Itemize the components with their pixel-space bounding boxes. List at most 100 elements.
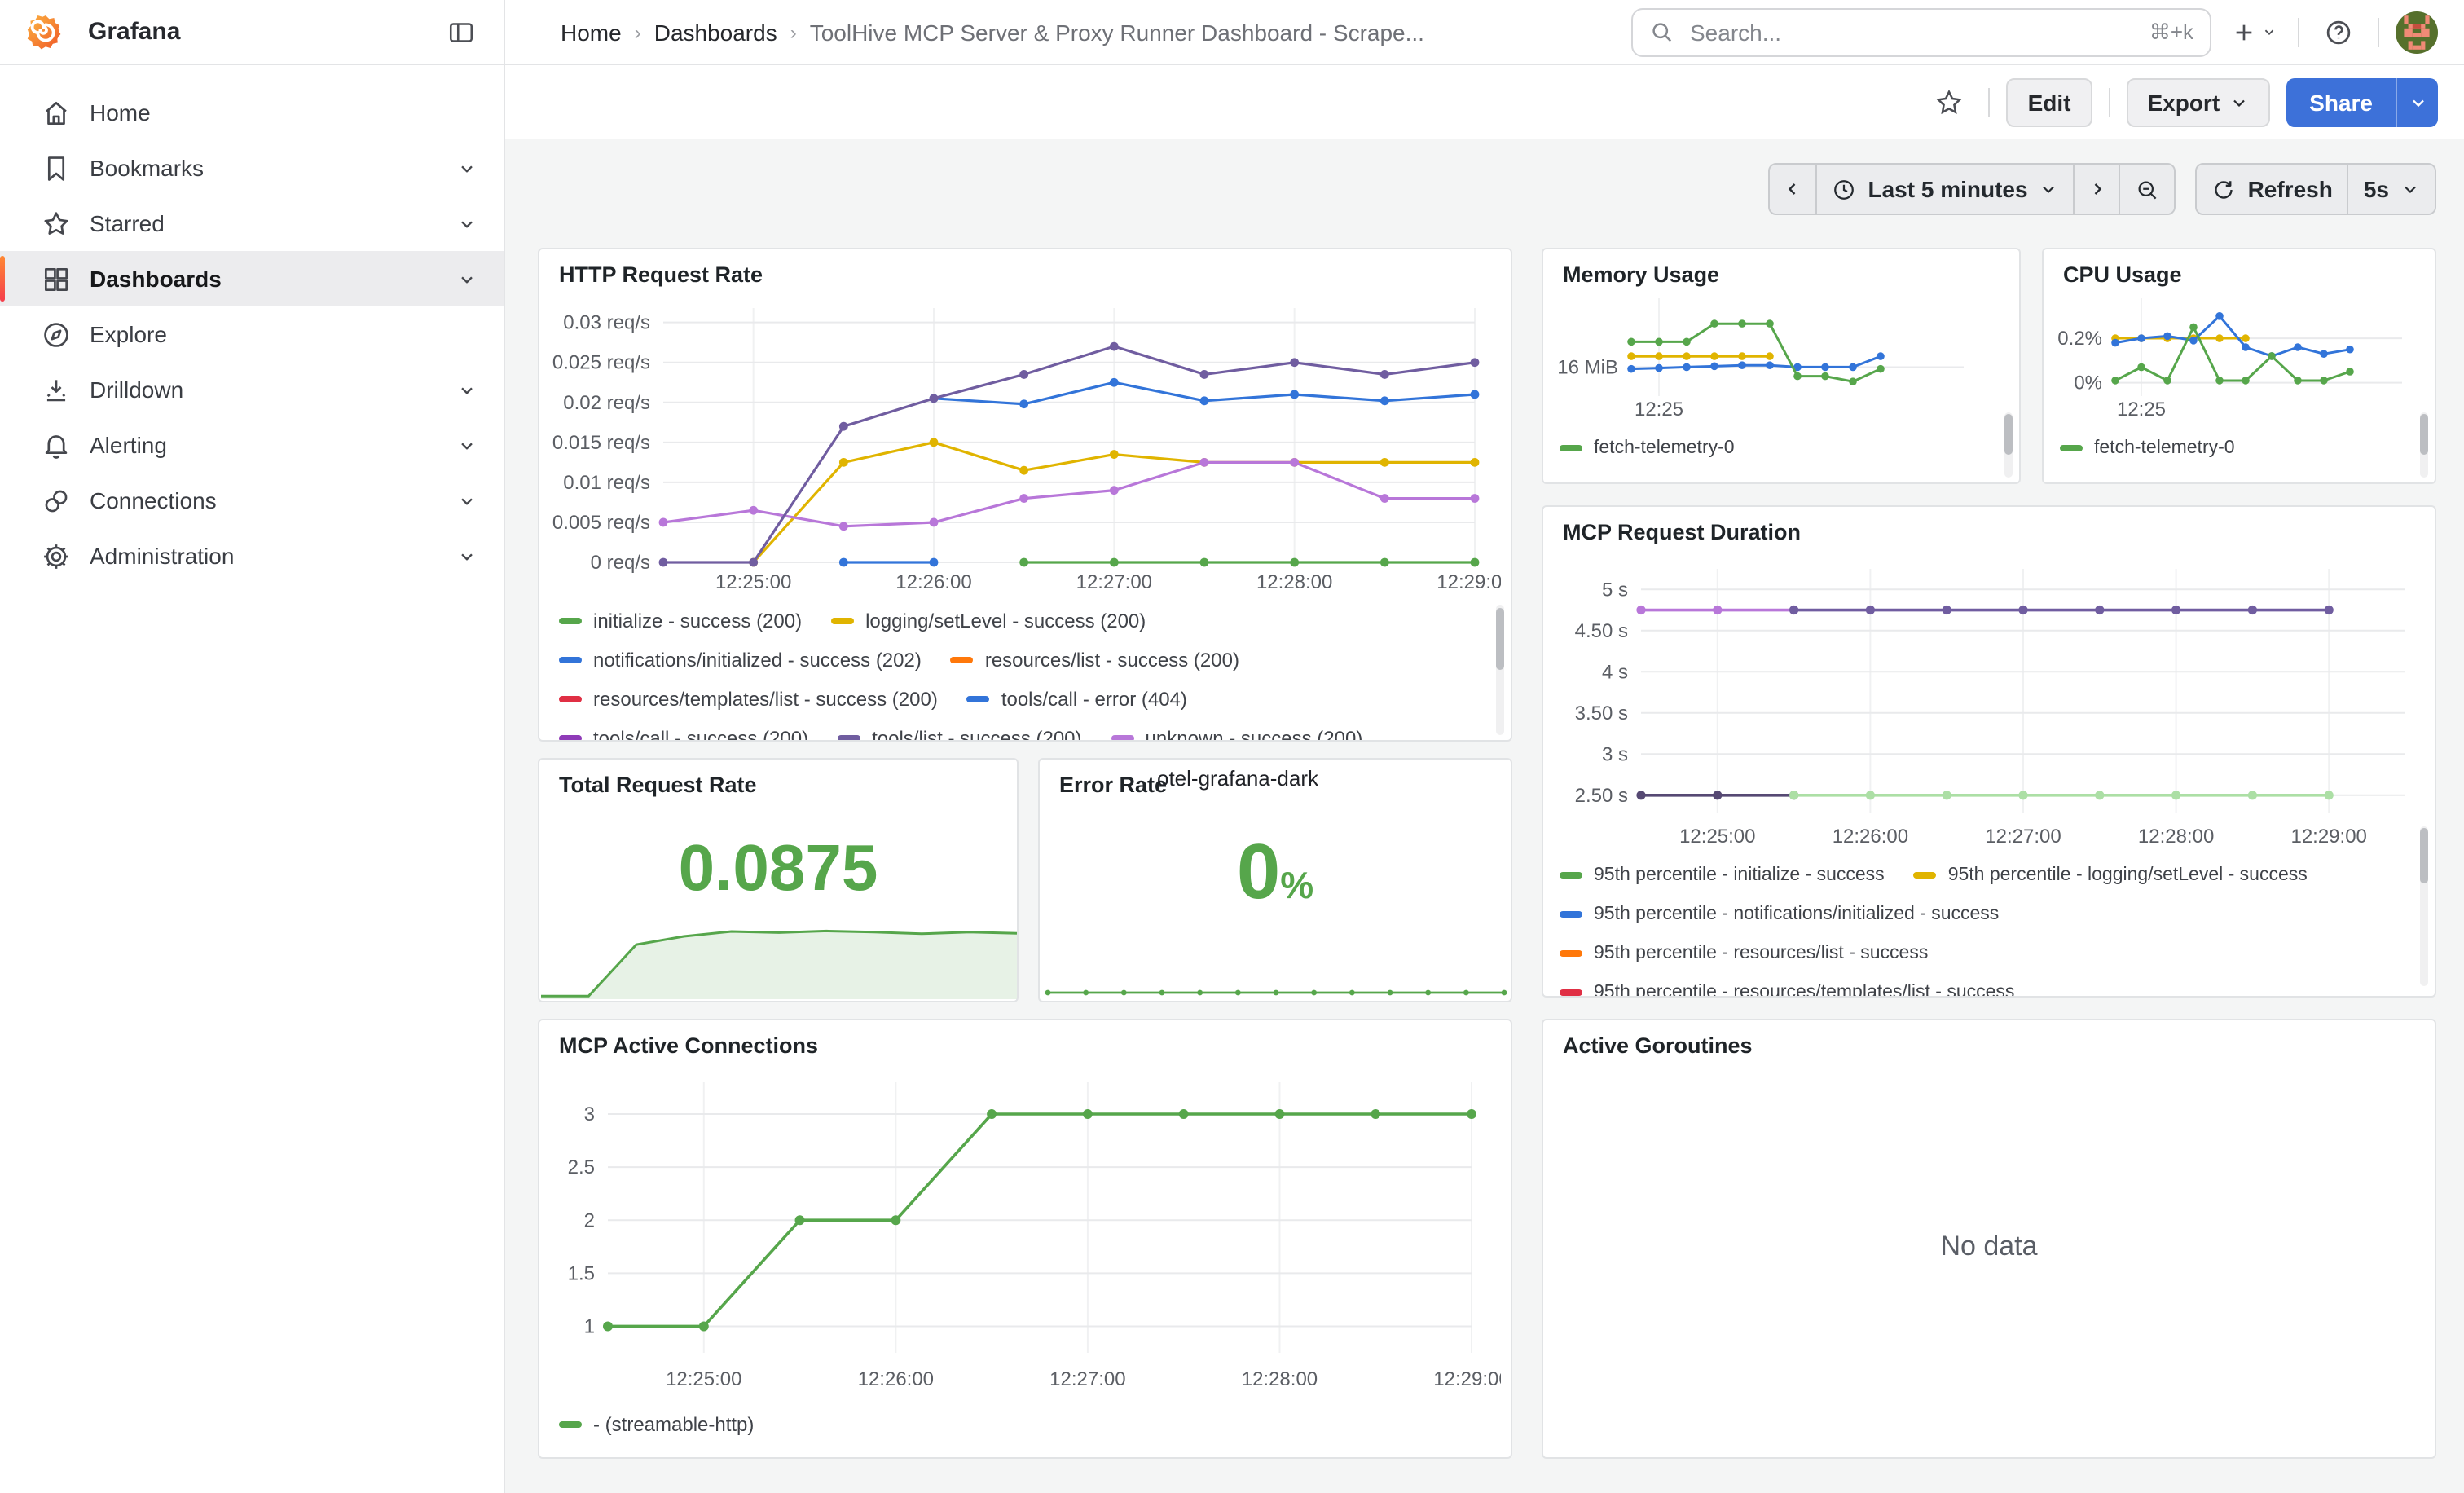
legend-scrollbar-thumb[interactable]: [2420, 414, 2428, 455]
share-button[interactable]: Share: [2286, 77, 2396, 126]
panel-title[interactable]: MCP Request Duration: [1563, 520, 1801, 544]
panel-title[interactable]: Error Rate: [1059, 773, 1167, 797]
sidebar-item-label: Dashboards: [90, 266, 222, 292]
time-back-button[interactable]: [1771, 165, 1816, 214]
mcp-request-duration-chart[interactable]: 2.50 s3 s3.50 s4 s4.50 s5 s12:25:0012:26…: [1550, 556, 2428, 852]
legend-item[interactable]: initialize - success (200): [559, 610, 802, 632]
cpu-usage-chart[interactable]: 0.2%0%12:25: [2050, 288, 2425, 425]
panel-title[interactable]: Active Goroutines: [1563, 1033, 1753, 1058]
chevron-down-icon: [2400, 179, 2420, 199]
search-box[interactable]: ⌘+k: [1631, 7, 2211, 56]
chevron-right-icon: [2088, 179, 2107, 199]
sidebar-item-starred[interactable]: Starred: [0, 196, 504, 251]
svg-text:12:29:00: 12:29:00: [1437, 571, 1501, 593]
legend-row: initialize - success (200) logging/setLev…: [559, 601, 1475, 641]
svg-text:4.50 s: 4.50 s: [1575, 620, 1628, 642]
svg-text:16 MiB: 16 MiB: [1557, 356, 1618, 378]
chevron-down-icon: [2408, 92, 2427, 112]
export-button[interactable]: Export: [2126, 77, 2270, 126]
chevron-down-icon: [2039, 179, 2059, 199]
http-request-rate-chart[interactable]: 0 req/s0.005 req/s0.01 req/s0.015 req/s0…: [549, 295, 1501, 598]
legend-scrollbar-thumb[interactable]: [2420, 828, 2428, 883]
refresh-icon: [2212, 177, 2237, 201]
legend-item[interactable]: fetch-telemetry-0: [2060, 438, 2235, 458]
keyboard-shortcut-badge: ⌘+k: [2149, 19, 2193, 45]
legend-item[interactable]: notifications/initialized - success (202…: [559, 649, 922, 672]
legend-row: notifications/initialized - success (202…: [559, 641, 1475, 680]
duration-legend: 95th percentile - initialize - success 95…: [1560, 856, 2402, 998]
top-nav: Grafana Home›Dashboards›ToolHive MCP Ser…: [0, 0, 2464, 65]
legend-row: 95th percentile - initialize - success 95…: [1560, 856, 2402, 895]
edit-button[interactable]: Edit: [2007, 77, 2092, 126]
sidebar-item-bookmarks[interactable]: Bookmarks: [0, 140, 504, 196]
legend-item[interactable]: 95th percentile - initialize - success: [1560, 865, 1885, 885]
legend-item[interactable]: 95th percentile - notifications/initiali…: [1560, 905, 1999, 924]
panel-title[interactable]: Total Request Rate: [559, 773, 757, 797]
panel-active-goroutines: Active Goroutines No data: [1542, 1019, 2436, 1459]
panel-title[interactable]: CPU Usage: [2063, 262, 2182, 287]
favorite-star-button[interactable]: [1927, 79, 1973, 125]
grafana-logo-icon[interactable]: [26, 12, 65, 51]
mcp-active-connections-chart[interactable]: 11.522.5312:25:0012:26:0012:27:0012:28:0…: [549, 1069, 1501, 1395]
error-rate-sparkline[interactable]: [1041, 976, 1511, 999]
panel-title[interactable]: MCP Active Connections: [559, 1033, 818, 1058]
dashboard-toolbar: Edit Export Share: [505, 65, 2464, 139]
sidebar-item-home[interactable]: Home: [0, 85, 504, 140]
sidebar-item-connections[interactable]: Connections: [0, 473, 504, 528]
zoom-out-button[interactable]: [2119, 165, 2175, 214]
panel-title[interactable]: Memory Usage: [1563, 262, 1719, 287]
panel-title[interactable]: HTTP Request Rate: [559, 262, 763, 287]
legend-item[interactable]: 95th percentile - logging/setLevel - suc…: [1914, 865, 2308, 885]
breadcrumb: Home›Dashboards›ToolHive MCP Server & Pr…: [561, 19, 1424, 45]
sidebar-toggle-button[interactable]: [438, 9, 484, 55]
add-new-button[interactable]: [2228, 19, 2281, 45]
legend-item[interactable]: - (streamable-http): [559, 1413, 754, 1436]
svg-text:2: 2: [584, 1209, 595, 1231]
legend-scrollbar-thumb[interactable]: [2004, 414, 2013, 455]
breadcrumb-item[interactable]: Dashboards: [654, 19, 777, 45]
legend-item[interactable]: tools/list - success (200): [838, 727, 1081, 740]
top-nav-left: Grafana: [0, 0, 505, 64]
svg-text:12:25:00: 12:25:00: [1679, 826, 1755, 848]
legend-item[interactable]: resources/templates/list - success (200): [559, 688, 938, 711]
refresh-interval-select[interactable]: 5s: [2347, 165, 2435, 214]
breadcrumb-item[interactable]: Home: [561, 19, 622, 45]
svg-text:0.025 req/s: 0.025 req/s: [552, 352, 650, 374]
legend-item[interactable]: 95th percentile - resources/templates/li…: [1560, 983, 2014, 998]
time-forward-button[interactable]: [2074, 165, 2119, 214]
legend-item[interactable]: 95th percentile - resources/list - succe…: [1560, 944, 1928, 963]
legend-item[interactable]: fetch-telemetry-0: [1560, 438, 1735, 458]
legend-item[interactable]: logging/setLevel - success (200): [831, 610, 1146, 632]
sidebar-item-dashboards[interactable]: Dashboards: [0, 251, 504, 306]
legend-series-color-chip: [1111, 735, 1134, 740]
legend-item[interactable]: tools/call - error (404): [967, 688, 1187, 711]
svg-text:12:25: 12:25: [2117, 399, 2166, 421]
sidebar-item-administration[interactable]: Administration: [0, 528, 504, 584]
memory-usage-chart[interactable]: 16 MiB12:25: [1550, 288, 2009, 425]
legend-series-label: tools/list - success (200): [872, 727, 1081, 740]
top-nav-actions: ⌘+k: [1631, 7, 2438, 56]
svg-text:0.005 req/s: 0.005 req/s: [552, 512, 650, 534]
breadcrumb-item[interactable]: ToolHive MCP Server & Proxy Runner Dashb…: [810, 19, 1424, 45]
share-options-button[interactable]: [2396, 77, 2438, 126]
user-avatar[interactable]: [2396, 11, 2438, 53]
cpu-legend: fetch-telemetry-0: [2060, 429, 2264, 474]
sidebar-item-drilldown[interactable]: Drilldown: [0, 362, 504, 417]
help-button[interactable]: [2316, 9, 2361, 55]
sidebar-item-alerting[interactable]: Alerting: [0, 417, 504, 473]
panel-http-request-rate: HTTP Request Rate 0 req/s0.005 req/s0.01…: [538, 248, 1512, 742]
legend-scrollbar-thumb[interactable]: [1496, 608, 1504, 670]
legend-item[interactable]: resources/list - success (200): [951, 649, 1239, 672]
svg-text:12:26:00: 12:26:00: [1833, 826, 1908, 848]
refresh-button[interactable]: Refresh: [2198, 165, 2347, 214]
svg-text:12:29:00: 12:29:00: [1433, 1368, 1501, 1390]
search-input[interactable]: [1687, 17, 2136, 46]
chevron-down-icon: [456, 213, 477, 234]
legend-item[interactable]: tools/call - success (200): [559, 727, 808, 740]
sidebar-item-explore[interactable]: Explore: [0, 306, 504, 362]
bell-icon: [41, 429, 73, 461]
svg-text:12:25:00: 12:25:00: [715, 571, 791, 593]
time-range-picker[interactable]: Last 5 minutes: [1816, 165, 2074, 214]
sidebar-item-label: Bookmarks: [90, 155, 204, 181]
legend-item[interactable]: unknown - success (200): [1111, 727, 1363, 740]
